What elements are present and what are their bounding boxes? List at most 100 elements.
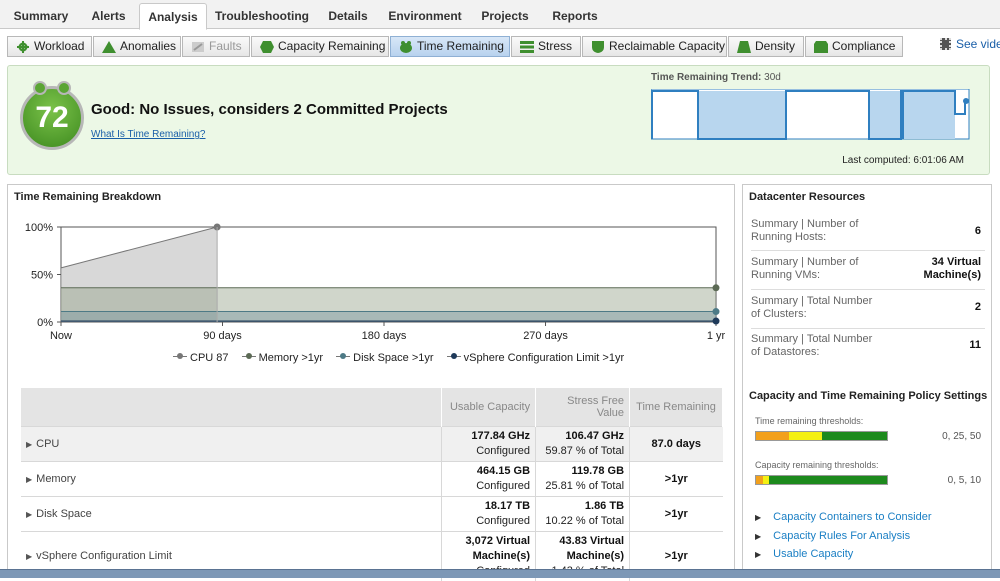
hexagon-icon [260,41,274,53]
cell-sub: 25.81 % of Total [545,479,625,492]
expand-arrow-icon[interactable]: ▶ [26,440,32,449]
link-label: Capacity Rules For Analysis [773,530,911,542]
table-row[interactable]: ▶ CPU 177.84 GHz Configured 106.47 GHz 59.8… [21,425,723,461]
link-arrow-icon: ▶ [755,513,762,522]
subtab-stress[interactable]: Stress [511,36,581,57]
column-header-usable-capacity[interactable]: Usable Capacity [441,388,537,426]
legend-disk-space[interactable]: Disk Space >1yr [336,352,434,364]
legend-vsphere-limit[interactable]: vSphere Configuration Limit >1yr [446,352,624,364]
resource-label: Summary | Total Number of Datastores: [751,333,873,358]
last-computed: Last computed: 6:01:06 AM [842,155,964,166]
shield-icon [592,41,604,53]
legend-memory[interactable]: Memory >1yr [241,352,323,364]
x-tick-label: Now [50,330,72,342]
summary-banner: 72 Good: No Issues, considers 2 Committe… [7,65,990,175]
row-name[interactable]: ▶ CPU [21,425,442,461]
row-name[interactable]: ▶ Memory [21,460,442,496]
expand-arrow-icon[interactable]: ▶ [26,552,32,561]
trend-label: Time Remaining Trend: 30d [651,72,781,83]
chart-legend: CPU 87 Memory >1yr Disk Space >1yr vSphe… [173,352,634,366]
cell-value: 106.47 GHz [565,429,625,442]
score-badge: 72 [20,81,84,150]
tab-troubleshooting[interactable]: Troubleshooting [212,3,312,29]
subtab-time-remaining[interactable]: Time Remaining [390,36,510,57]
tab-details[interactable]: Details [320,3,376,29]
row-label: Disk Space [36,507,92,520]
capacity-thresholds-bar [755,475,888,485]
cell-value: 3,072 Virtual Machine(s) [465,534,531,562]
subtab-capacity-remaining[interactable]: Capacity Remaining [251,36,389,57]
subtab-anomalies[interactable]: Anomalies [93,36,181,57]
subtab-density[interactable]: Density [728,36,804,57]
subtab-faults[interactable]: Faults [182,36,250,57]
breakdown-title: Time Remaining Breakdown [14,191,162,203]
table-row[interactable]: ▶ Disk Space 18.17 TB Configured 1.86 TB 10… [21,495,723,531]
resource-value: 6 [974,225,981,237]
series-point [712,317,720,325]
cell-sub: 10.22 % of Total [545,514,625,527]
resource-label: Summary | Number of Running VMs: [751,256,859,281]
resource-row: Summary | Total Number of Datastores: 11 [751,329,985,367]
resource-label: Summary | Total Number of Clusters: [751,295,873,320]
top-tab-bar: Summary Alerts Analysis Troubleshooting … [0,0,1000,30]
tab-projects[interactable]: Projects [475,3,535,29]
capacity-rules-link[interactable]: ▶ Capacity Rules For Analysis [755,530,910,542]
resource-label: Summary | Number of Running Hosts: [751,218,859,243]
x-tick-label: 180 days [362,330,407,342]
stress-icon [520,41,534,53]
subtab-workload[interactable]: Workload [7,36,92,57]
datacenter-resources-panel: Datacenter Resources Summary | Number of… [742,184,992,578]
trend-label-text: Time Remaining Trend: [651,72,762,83]
trend-period: 30d [764,72,781,83]
y-tick-label: 100% [25,222,53,234]
see-video-label: See vide [956,37,1000,51]
wrench-icon [192,42,204,52]
bottom-status-bar [0,569,1000,578]
subtab-reclaimable-capacity[interactable]: Reclaimable Capacity [582,36,727,57]
stress-free-cell: 119.78 GB 25.81 % of Total [535,460,630,496]
what-is-time-remaining-link[interactable]: What Is Time Remaining? [91,129,206,140]
link-label: Usable Capacity [773,548,854,560]
cell-value: 177.84 GHz [471,429,531,442]
trend-segment [869,91,901,139]
x-tick-label: 270 days [523,330,568,342]
row-label: Memory [36,472,76,485]
table-row[interactable]: ▶ Memory 464.15 GB Configured 119.78 GB 25.… [21,460,723,496]
subtab-label: Anomalies [120,39,177,53]
tab-alerts[interactable]: Alerts [80,3,137,29]
column-header-time-remaining[interactable]: Time Remaining [629,388,723,426]
capacity-containers-link[interactable]: ▶ Capacity Containers to Consider [755,511,932,523]
tab-environment[interactable]: Environment [385,3,465,29]
link-arrow-icon: ▶ [755,532,762,541]
threshold-critical-segment [756,432,789,440]
time-remaining-cell: >1yr [629,460,723,496]
trend-segment [903,91,955,139]
cell-sub: Configured [476,514,531,527]
column-header-name [21,388,443,426]
expand-arrow-icon[interactable]: ▶ [26,510,32,519]
see-video-link[interactable]: See vide [940,37,1000,51]
row-name[interactable]: ▶ Disk Space [21,495,442,531]
capacity-thresholds-value: 0, 5, 10 [947,475,981,486]
y-tick-label: 0% [37,317,53,329]
tab-analysis[interactable]: Analysis [139,3,207,30]
capacity-table: Usable Capacity Stress Free Value Time R… [21,388,723,581]
trend-segment [698,91,786,139]
breakdown-chart: 100% 50% 0%Now 90 days 180 days 270 days 1 yr [25,222,726,342]
subtab-label: Capacity Remaining [278,39,386,53]
analysis-subtab-bar: Workload Anomalies Faults Capacity Remai… [0,33,1000,61]
column-header-stress-free-value[interactable]: Stress Free Value [535,388,631,426]
subtab-label: Time Remaining [417,39,504,53]
expand-arrow-icon[interactable]: ▶ [26,475,32,484]
gear-icon [17,41,29,53]
subtab-compliance[interactable]: Compliance [805,36,903,57]
legend-label: Disk Space >1yr [353,352,434,364]
usable-capacity-link[interactable]: ▶ Usable Capacity [755,548,853,560]
badge-ear [33,81,47,95]
tab-summary[interactable]: Summary [5,3,77,29]
threshold-ok-segment [821,432,887,440]
tab-reports[interactable]: Reports [545,3,605,29]
y-tick-label: 50% [31,270,53,282]
legend-cpu[interactable]: CPU 87 [173,352,229,364]
trend-point [963,98,969,104]
